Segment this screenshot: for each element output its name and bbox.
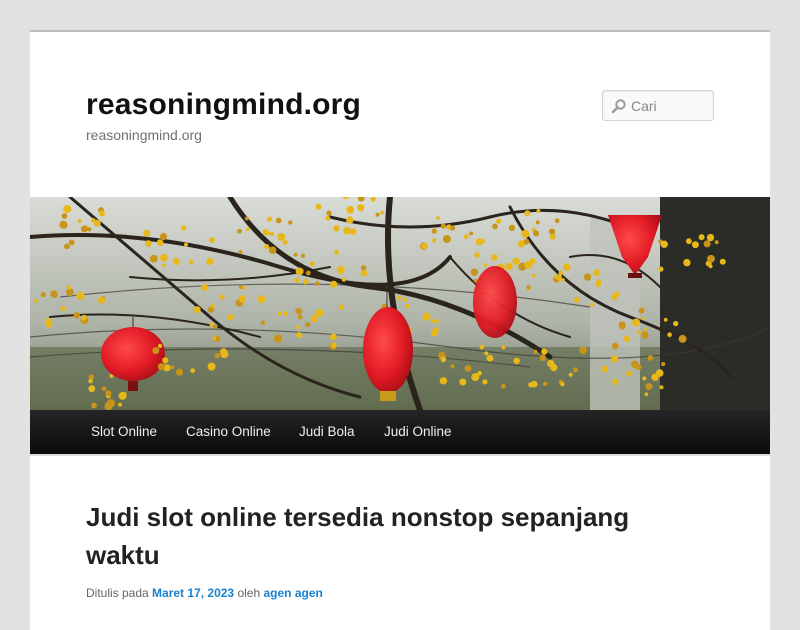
site-description: reasoningmind.org <box>86 127 202 143</box>
search-input[interactable] <box>631 95 711 117</box>
page-container: reasoningmind.org reasoningmind.org Cari… <box>30 30 770 630</box>
nav-item-judi-bola[interactable]: Judi Bola <box>299 410 355 454</box>
header-banner-image <box>30 197 770 410</box>
post-date-link[interactable]: Maret 17, 2023 <box>152 586 234 600</box>
post-title[interactable]: Judi slot online tersedia nonstop sepanj… <box>86 498 706 574</box>
search-icon <box>611 99 626 114</box>
search-box[interactable] <box>602 90 714 121</box>
nav-item-judi-online[interactable]: Judi Online <box>384 410 452 454</box>
nav-divider <box>30 454 770 456</box>
post-author-link[interactable]: agen agen <box>263 586 322 600</box>
meta-by: oleh <box>237 586 261 600</box>
post-meta: Ditulis pada Maret 17, 2023 oleh agen ag… <box>86 586 323 600</box>
meta-prefix: Ditulis pada <box>86 586 149 600</box>
main-navigation: Slot Online Casino Online Judi Bola Judi… <box>30 410 770 454</box>
nav-item-casino-online[interactable]: Casino Online <box>186 410 271 454</box>
nav-item-slot-online[interactable]: Slot Online <box>91 410 157 454</box>
site-title[interactable]: reasoningmind.org <box>86 88 361 122</box>
